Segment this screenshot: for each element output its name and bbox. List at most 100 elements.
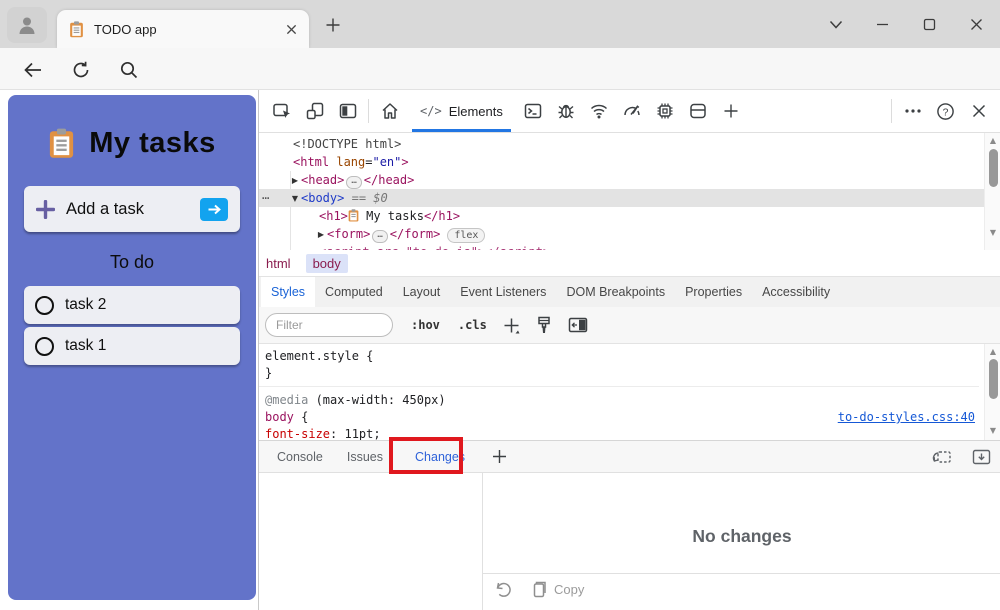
dom-line-doctype[interactable]: <!DOCTYPE html> xyxy=(259,135,1000,153)
tab-accessibility[interactable]: Accessibility xyxy=(752,277,840,307)
expand-ellipsis-button[interactable]: … xyxy=(346,176,361,189)
crumb-body[interactable]: body xyxy=(306,254,348,273)
memory-chip-icon[interactable] xyxy=(649,90,682,132)
tab-dom-breakpoints[interactable]: DOM Breakpoints xyxy=(556,277,675,307)
scroll-down-icon[interactable]: ▼ xyxy=(985,228,1000,237)
close-devtools-icon[interactable] xyxy=(962,90,995,132)
tab-layout[interactable]: Layout xyxy=(393,277,451,307)
collapse-arrow-icon[interactable]: ▼ xyxy=(289,190,301,208)
close-window-icon[interactable] xyxy=(953,0,1000,48)
tab-elements[interactable]: </> Elements xyxy=(406,90,517,132)
maximize-icon[interactable] xyxy=(906,0,953,48)
svg-text:?: ? xyxy=(943,107,949,118)
dock-drawer-icon[interactable] xyxy=(972,449,991,465)
dom-line-script-clipped[interactable]: <script src="to-do.js"></script> xyxy=(259,243,1000,250)
new-style-rule-plus-icon[interactable] xyxy=(503,317,520,334)
expand-ellipsis-button[interactable]: … xyxy=(372,230,387,243)
active-tab-underline xyxy=(412,129,511,133)
clipboard-icon xyxy=(48,128,75,159)
styles-filter-input[interactable] xyxy=(265,313,393,337)
dom-line-body-selected[interactable]: ⋯▼<body> == $0 xyxy=(259,189,1000,207)
more-drawer-tabs-plus-icon[interactable] xyxy=(483,436,516,478)
dom-line-form[interactable]: ▶<form>…</form>flex xyxy=(259,225,1000,243)
stylesheet-link[interactable]: to-do-styles.css:40 xyxy=(838,409,975,426)
flex-badge[interactable]: flex xyxy=(447,228,485,243)
debugger-bug-icon[interactable] xyxy=(550,90,583,132)
add-task-input[interactable]: Add a task xyxy=(24,186,240,232)
copy-button-label[interactable]: Copy xyxy=(554,582,584,597)
tab-styles[interactable]: Styles xyxy=(261,277,315,307)
app-header: My tasks xyxy=(8,95,256,160)
minimize-icon[interactable] xyxy=(859,0,906,48)
scrollbar-thumb[interactable] xyxy=(989,149,998,187)
css-font-size-declaration[interactable]: font-size: 11pt; xyxy=(265,426,381,440)
tab-computed[interactable]: Computed xyxy=(315,277,393,307)
new-tab-button[interactable] xyxy=(322,14,344,36)
undo-icon[interactable] xyxy=(495,581,512,597)
arrow-right-icon xyxy=(207,204,221,215)
css-element-style[interactable]: element.style { xyxy=(265,348,373,365)
tab-changes[interactable]: Changes xyxy=(403,450,477,464)
task-checkbox[interactable] xyxy=(35,337,54,356)
task-checkbox[interactable] xyxy=(35,296,54,315)
dom-line-h1[interactable]: <h1> My tasks</h1> xyxy=(259,207,1000,225)
inspect-element-icon[interactable] xyxy=(265,90,298,132)
tab-issues[interactable]: Issues xyxy=(335,450,395,464)
tab-close-icon[interactable] xyxy=(286,24,297,35)
refresh-icon[interactable] xyxy=(68,59,94,81)
toolbar-divider xyxy=(368,99,369,123)
back-icon[interactable] xyxy=(20,59,46,81)
styles-scrollbar[interactable]: ▲ ▼ xyxy=(984,344,1000,440)
revert-changes-icon[interactable] xyxy=(932,449,952,465)
application-icon[interactable] xyxy=(682,90,715,132)
performance-icon[interactable] xyxy=(616,90,649,132)
customize-devtools-dots-icon[interactable] xyxy=(896,90,929,132)
scrollbar-thumb[interactable] xyxy=(989,359,998,399)
scroll-down-icon[interactable]: ▼ xyxy=(985,426,1000,435)
toggle-hover-state[interactable]: :hov xyxy=(411,318,440,332)
tab-event-listeners[interactable]: Event Listeners xyxy=(450,277,556,307)
submit-task-button[interactable] xyxy=(200,198,228,221)
tab-search-chevron-icon[interactable] xyxy=(812,0,859,48)
expand-arrow-icon[interactable]: ▶ xyxy=(289,172,301,190)
tab-console[interactable]: Console xyxy=(265,450,335,464)
expand-arrow-icon[interactable]: ▶ xyxy=(315,226,327,244)
tab-properties[interactable]: Properties xyxy=(675,277,752,307)
task-label: task 1 xyxy=(65,337,106,355)
crumb-html[interactable]: html xyxy=(259,254,298,273)
browser-tab[interactable]: TODO app xyxy=(57,10,309,48)
task-item[interactable]: task 1 xyxy=(24,327,240,365)
dom-scrollbar[interactable]: ▲ ▼ xyxy=(984,133,1000,250)
clipboard-mini-icon xyxy=(348,209,359,222)
dock-side-icon[interactable] xyxy=(331,90,364,132)
row-menu-dots-icon[interactable]: ⋯ xyxy=(262,189,270,207)
task-item[interactable]: task 2 xyxy=(24,286,240,324)
devtools-toolbar: </> Elements xyxy=(259,90,1000,133)
empty-state-message: No changes xyxy=(692,526,791,547)
dom-tree: <!DOCTYPE html> <html lang="en"> ▶<head>… xyxy=(259,133,1000,250)
more-tools-plus-icon[interactable] xyxy=(715,90,748,132)
brush-rendering-icon[interactable] xyxy=(536,316,552,335)
window-controls xyxy=(812,0,1000,48)
css-media-query[interactable]: @media (max-width: 450px) xyxy=(265,392,446,409)
dom-line-html[interactable]: <html lang="en"> xyxy=(259,153,1000,171)
search-icon[interactable] xyxy=(116,59,142,81)
styles-tab-bar: Styles Computed Layout Event Listeners D… xyxy=(259,276,1000,307)
dom-line-head[interactable]: ▶<head>…</head> xyxy=(259,171,1000,189)
css-element-style-close[interactable]: } xyxy=(265,365,272,382)
scroll-up-icon[interactable]: ▲ xyxy=(985,347,1000,356)
css-body-rule[interactable]: body { xyxy=(265,409,308,426)
scroll-up-icon[interactable]: ▲ xyxy=(985,136,1000,145)
task-label: task 2 xyxy=(65,296,106,314)
plus-icon xyxy=(36,200,55,219)
drawer-tab-bar: Console Issues Changes xyxy=(259,440,1000,473)
console-icon[interactable] xyxy=(517,90,550,132)
toggle-classes[interactable]: .cls xyxy=(458,318,487,332)
help-icon[interactable]: ? xyxy=(929,90,962,132)
network-wifi-icon[interactable] xyxy=(583,90,616,132)
device-emulation-icon[interactable] xyxy=(298,90,331,132)
copy-icon[interactable] xyxy=(532,581,546,598)
home-icon[interactable] xyxy=(373,90,406,132)
profile-avatar[interactable] xyxy=(7,7,47,43)
toggle-styles-sidebar-icon[interactable] xyxy=(568,317,588,333)
